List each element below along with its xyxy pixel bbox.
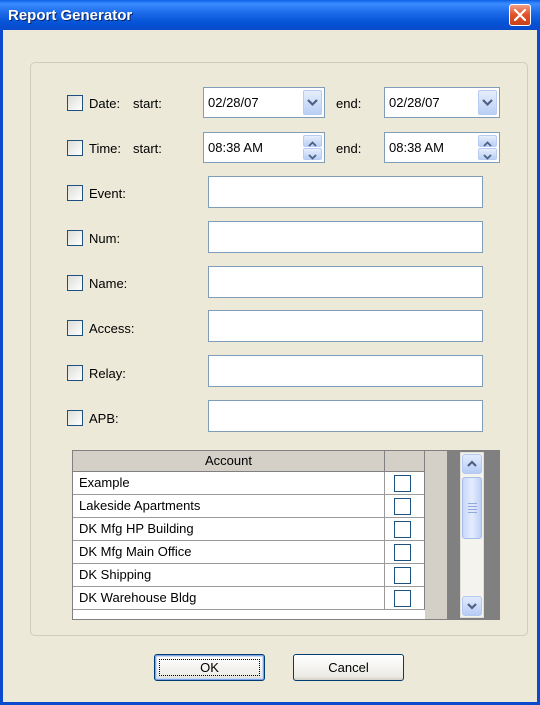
account-select-checkbox[interactable] (394, 475, 411, 492)
account-select-checkbox[interactable] (394, 498, 411, 515)
event-field[interactable] (208, 176, 483, 208)
account-name-cell[interactable]: DK Warehouse Bldg (73, 587, 385, 610)
select-column-header[interactable] (385, 451, 425, 472)
access-checkbox[interactable] (67, 320, 83, 336)
date-label: Date: (89, 96, 121, 111)
name-checkbox[interactable] (67, 275, 83, 291)
date-end-value: 02/28/07 (389, 95, 440, 110)
account-name-cell[interactable]: DK Shipping (73, 564, 385, 587)
date-start-dropdown-button[interactable] (303, 90, 322, 115)
time-start-spinner[interactable] (303, 135, 322, 160)
account-select-cell[interactable] (385, 518, 425, 541)
chevron-down-icon (483, 154, 492, 160)
relay-label: Relay: (89, 366, 126, 381)
chevron-down-icon (307, 99, 318, 107)
close-icon (514, 9, 526, 21)
num-label: Num: (89, 231, 121, 246)
report-generator-window: Report Generator Date: start: 02/28/07 e… (0, 0, 540, 705)
time-start-down-button[interactable] (303, 148, 322, 160)
chevron-down-icon (482, 99, 493, 107)
time-start-value: 08:38 AM (208, 140, 263, 155)
time-end-up-button[interactable] (478, 135, 497, 147)
account-select-cell[interactable] (385, 495, 425, 518)
scroll-grip-line (468, 503, 477, 504)
account-name-cell[interactable]: Example (73, 472, 385, 495)
scroll-grip-line (468, 512, 477, 513)
apb-label: APB: (89, 411, 119, 426)
name-label: Name: (89, 276, 128, 291)
time-start-up-button[interactable] (303, 135, 322, 147)
scroll-grip-line (468, 506, 477, 507)
table-row[interactable]: DK Warehouse Bldg (73, 587, 425, 610)
time-label: Time: (89, 141, 122, 156)
time-end-value: 08:38 AM (389, 140, 444, 155)
relay-checkbox[interactable] (67, 365, 83, 381)
num-checkbox[interactable] (67, 230, 83, 246)
table-row[interactable]: DK Shipping (73, 564, 425, 587)
account-column-header[interactable]: Account (73, 451, 385, 472)
event-label: Event: (89, 186, 126, 201)
chevron-down-icon (467, 603, 477, 610)
date-checkbox[interactable] (67, 95, 83, 111)
table-row[interactable]: Example (73, 472, 425, 495)
window-title: Report Generator (8, 7, 133, 24)
scroll-thumb[interactable] (462, 477, 482, 539)
cancel-button-label: Cancel (328, 660, 369, 675)
time-checkbox[interactable] (67, 140, 83, 156)
time-end-picker[interactable]: 08:38 AM (384, 132, 500, 163)
time-start-picker[interactable]: 08:38 AM (203, 132, 325, 163)
account-select-checkbox[interactable] (394, 521, 411, 538)
account-name-cell[interactable]: DK Mfg HP Building (73, 518, 385, 541)
table-row[interactable]: DK Mfg Main Office (73, 541, 425, 564)
name-field[interactable] (208, 266, 483, 298)
access-field[interactable] (208, 310, 483, 342)
title-bar[interactable]: Report Generator (0, 0, 540, 30)
account-table: Account Example Lakeside Apartments DK M… (73, 451, 425, 619)
num-field[interactable] (208, 221, 483, 253)
account-select-cell[interactable] (385, 541, 425, 564)
scroll-down-button[interactable] (462, 596, 482, 616)
table-row[interactable]: DK Mfg HP Building (73, 518, 425, 541)
scroll-grip-line (468, 509, 477, 510)
time-end-down-button[interactable] (478, 148, 497, 160)
account-name-cell[interactable]: DK Mfg Main Office (73, 541, 385, 564)
apb-checkbox[interactable] (67, 410, 83, 426)
date-start-picker[interactable]: 02/28/07 (203, 87, 325, 118)
date-end-label: end: (336, 96, 362, 111)
account-select-cell[interactable] (385, 587, 425, 610)
event-checkbox[interactable] (67, 185, 83, 201)
focus-rect (159, 659, 260, 676)
account-select-checkbox[interactable] (394, 567, 411, 584)
chevron-down-icon (308, 154, 317, 160)
relay-field[interactable] (208, 355, 483, 387)
account-select-cell[interactable] (385, 564, 425, 587)
access-label: Access: (89, 321, 135, 336)
date-end-dropdown-button[interactable] (478, 90, 497, 115)
grid-header-strip (425, 451, 447, 619)
close-button[interactable] (509, 4, 531, 26)
account-grid[interactable]: Account Example Lakeside Apartments DK M… (72, 450, 500, 620)
table-row[interactable]: Lakeside Apartments (73, 495, 425, 518)
time-end-label: end: (336, 141, 362, 156)
date-start-label: start: (133, 96, 162, 111)
ok-button[interactable]: OK (154, 654, 265, 681)
account-select-checkbox[interactable] (394, 590, 411, 607)
apb-field[interactable] (208, 400, 483, 432)
date-start-value: 02/28/07 (208, 95, 259, 110)
scroll-up-button[interactable] (462, 454, 482, 474)
time-end-spinner[interactable] (478, 135, 497, 160)
chevron-up-icon (467, 460, 477, 467)
account-select-cell[interactable] (385, 472, 425, 495)
time-start-label: start: (133, 141, 162, 156)
account-grid-scrollbar[interactable] (460, 452, 484, 618)
cancel-button[interactable]: Cancel (293, 654, 404, 681)
date-end-picker[interactable]: 02/28/07 (384, 87, 500, 118)
account-name-cell[interactable]: Lakeside Apartments (73, 495, 385, 518)
window-frame-left (0, 30, 3, 705)
account-select-checkbox[interactable] (394, 544, 411, 561)
